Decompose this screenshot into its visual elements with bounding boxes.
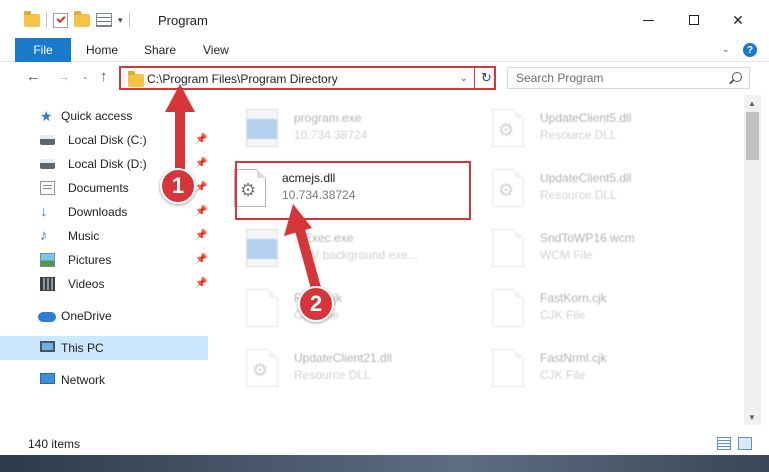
step-2-badge: 2 [298, 286, 334, 322]
arrow-2 [284, 204, 321, 293]
arrow-1 [165, 84, 195, 175]
step-1-badge: 1 [160, 168, 196, 204]
annotation-arrows [165, 84, 321, 293]
